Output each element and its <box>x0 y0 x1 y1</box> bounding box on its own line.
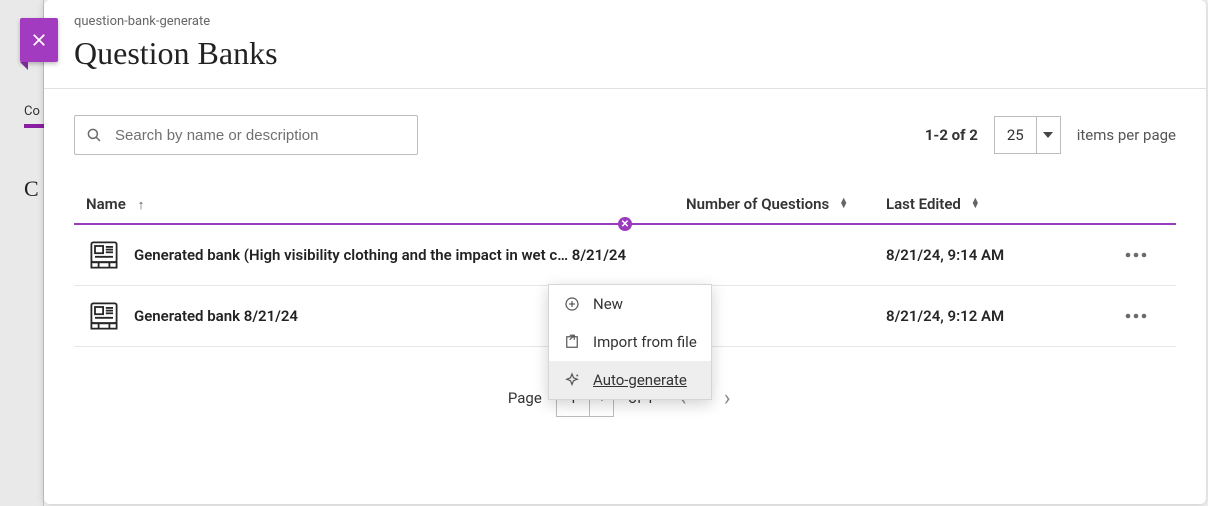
backdrop-tab: Co <box>24 104 40 119</box>
row-last-edited: 8/21/24, 9:12 AM <box>886 307 1096 325</box>
next-page-button[interactable]: › <box>712 383 742 413</box>
table-row[interactable]: Generated bank (High visibility clothing… <box>74 225 1176 286</box>
menu-item-label: Import from file <box>593 333 697 351</box>
main-panel: question-bank-generate Question Banks 1-… <box>44 0 1206 504</box>
menu-item-auto-generate[interactable]: Auto-generate <box>549 361 711 399</box>
column-header-edited[interactable]: Last Edited ▲▼ <box>886 195 1096 213</box>
header-divider: ✕ <box>74 223 1176 225</box>
breadcrumb: question-bank-generate <box>74 14 1176 29</box>
column-header-number[interactable]: Number of Questions ▲▼ <box>686 195 886 213</box>
page-size-controls: 1-2 of 2 25 items per page <box>925 116 1176 154</box>
close-panel-button[interactable] <box>20 18 58 62</box>
question-bank-icon <box>86 237 122 273</box>
sort-ascending-icon <box>134 195 145 213</box>
menu-item-new[interactable]: New <box>549 285 711 323</box>
menu-item-label: New <box>593 295 623 313</box>
page-title: Question Banks <box>74 35 1176 72</box>
search-box[interactable] <box>74 115 418 155</box>
column-header-number-label: Number of Questions <box>686 195 829 213</box>
row-actions-button[interactable] <box>1118 240 1154 270</box>
search-input[interactable] <box>113 126 407 145</box>
create-menu: New Import from file Auto-generate <box>548 284 712 400</box>
toolbar: 1-2 of 2 25 items per page <box>44 89 1206 167</box>
import-icon <box>563 333 581 351</box>
column-resize-handle[interactable]: ✕ <box>618 217 632 231</box>
chevron-down-icon <box>1036 117 1060 153</box>
column-header-name[interactable]: Name <box>86 195 686 213</box>
menu-item-import[interactable]: Import from file <box>549 323 711 361</box>
page-label: Page <box>508 389 542 407</box>
plus-circle-icon <box>563 295 581 313</box>
sort-icon: ▲▼ <box>839 199 848 209</box>
sort-icon: ▲▼ <box>971 199 980 209</box>
more-horizontal-icon <box>1125 313 1147 319</box>
results-count: 1-2 of 2 <box>925 126 978 144</box>
row-name: Generated bank (High visibility clothing… <box>134 246 686 264</box>
close-icon <box>30 31 48 49</box>
page-size-value: 25 <box>995 126 1036 144</box>
page-size-select[interactable]: 25 <box>994 116 1061 154</box>
column-header-edited-label: Last Edited <box>886 195 961 213</box>
menu-item-label: Auto-generate <box>593 371 687 389</box>
panel-header: question-bank-generate Question Banks <box>44 0 1206 89</box>
search-icon <box>85 126 103 144</box>
more-horizontal-icon <box>1125 252 1147 258</box>
panel-backdrop: Co C <box>0 0 44 506</box>
backdrop-initial: C <box>24 176 39 202</box>
row-last-edited: 8/21/24, 9:14 AM <box>886 246 1096 264</box>
column-header-name-label: Name <box>86 195 126 213</box>
items-per-page-label: items per page <box>1077 126 1176 144</box>
sparkle-icon <box>563 371 581 389</box>
question-bank-icon <box>86 298 122 334</box>
row-actions-button[interactable] <box>1118 301 1154 331</box>
